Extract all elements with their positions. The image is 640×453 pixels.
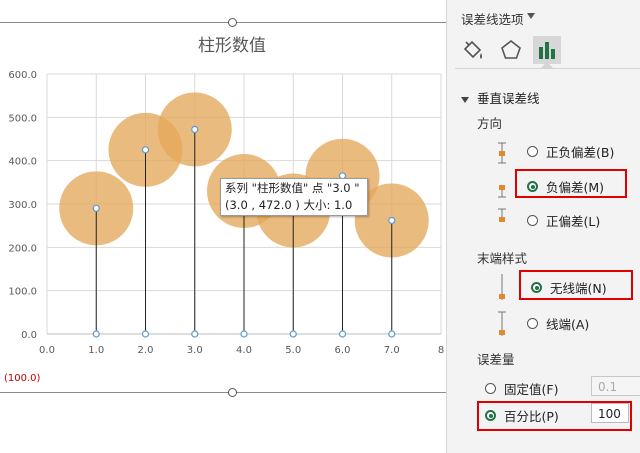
cap-icon	[498, 311, 506, 336]
selection-marker	[191, 125, 199, 134]
chart-title: 柱形数值	[198, 36, 266, 56]
fill-line-icon[interactable]	[459, 36, 487, 64]
no-cap-icon	[499, 274, 505, 300]
x-tick-label: 7.0	[384, 345, 400, 356]
fixed-value-input[interactable]: 0.1	[591, 376, 640, 396]
option-no-cap-label: 无线端(N)	[550, 281, 607, 296]
clipped-axis-label: (100.0)	[4, 373, 41, 384]
direction-label: 方向	[477, 116, 503, 131]
end-style-label: 末端样式	[477, 251, 528, 266]
option-cap[interactable]: 线端(A)	[527, 314, 589, 333]
minus-direction-icon	[498, 185, 506, 198]
amount-label: 误差量	[477, 352, 515, 367]
x-tick-label: 1.0	[88, 345, 104, 356]
bubble-chart-plot: 柱形数值 0.0 100.0 200.0 300.0 400.0 500.0 600.0 0.…	[4, 36, 444, 384]
option-fixed-value[interactable]: 固定值(F)	[485, 379, 558, 398]
x-tick-label: 2.0	[138, 345, 154, 356]
section-label: 垂直误差线	[477, 91, 540, 106]
error-bar-end-marker	[240, 330, 248, 338]
plus-direction-icon	[498, 208, 506, 222]
both-direction-icon	[498, 142, 506, 164]
x-tick-label: 6.0	[335, 345, 351, 356]
y-tick-label: 300.0	[8, 200, 37, 211]
option-no-cap[interactable]: 无线端(N)	[531, 278, 607, 297]
error-bar-end-marker	[388, 330, 396, 338]
pane-title-dropdown-icon[interactable]	[527, 13, 535, 19]
option-percentage[interactable]: 百分比(P)	[485, 406, 559, 425]
y-tick-label: 600.0	[8, 70, 37, 81]
format-error-bars-pane: 误差线选项 垂直误差线 方向 正负偏差(B) 负偏差(M) 正偏差(L) 末端样…	[446, 0, 640, 453]
radio-plus[interactable]	[527, 215, 538, 226]
x-tick-label: 3.0	[187, 345, 203, 356]
radio-percentage[interactable]	[485, 410, 496, 421]
error-bar-end-marker	[191, 330, 199, 338]
pane-title[interactable]: 误差线选项	[461, 9, 524, 28]
y-tick-label: 200.0	[8, 243, 37, 254]
section-vertical-error-bar[interactable]: 垂直误差线	[461, 88, 540, 107]
option-minus-label: 负偏差(M)	[546, 180, 605, 195]
error-bar-end-marker	[289, 330, 297, 338]
data-point-tooltip: 系列 "柱形数值" 点 "3.0 " (3.0 , 472.0 ) 大小: 1.…	[220, 178, 368, 216]
tooltip-series-line: 系列 "柱形数值" 点 "3.0 "	[225, 181, 360, 195]
selection-marker	[92, 204, 100, 212]
option-fixed-value-label: 固定值(F)	[504, 382, 559, 397]
radio-minus[interactable]	[527, 181, 538, 192]
option-both[interactable]: 正负偏差(B)	[527, 142, 614, 161]
option-minus[interactable]: 负偏差(M)	[527, 177, 604, 196]
x-tick-label: 4.0	[236, 345, 252, 356]
chart-area[interactable]: 柱形数值 0.0 100.0 200.0 300.0 400.0 500.0 600.0 0.…	[0, 0, 446, 453]
y-tick-label: 100.0	[8, 287, 37, 298]
error-bar-end-marker	[141, 330, 150, 338]
pane-separator	[455, 68, 640, 69]
x-tick-label: 8	[438, 345, 444, 356]
option-both-label: 正负偏差(B)	[546, 145, 615, 160]
radio-fixed-value[interactable]	[485, 383, 496, 394]
effects-pentagon-icon[interactable]	[497, 36, 525, 64]
tooltip-value-line: (3.0 , 472.0 ) 大小: 1.0	[225, 198, 353, 212]
y-tick-label: 400.0	[8, 157, 37, 168]
x-tick-label: 0.0	[39, 345, 55, 356]
selection-marker	[141, 146, 150, 154]
option-plus[interactable]: 正偏差(L)	[527, 211, 600, 230]
radio-cap[interactable]	[527, 318, 538, 329]
y-tick-label: 0.0	[21, 330, 37, 341]
y-tick-label: 500.0	[8, 113, 37, 124]
radio-both[interactable]	[527, 146, 538, 157]
bar-chart-icon[interactable]	[533, 36, 561, 64]
error-bar-end-marker	[92, 330, 100, 338]
option-cap-label: 线端(A)	[546, 317, 590, 332]
x-tick-label: 5.0	[285, 345, 301, 356]
error-bar-end-marker	[338, 330, 347, 338]
option-percentage-label: 百分比(P)	[504, 409, 559, 424]
collapse-icon	[461, 96, 469, 103]
selection-marker	[388, 216, 396, 225]
percentage-input[interactable]: 100	[591, 403, 629, 423]
radio-no-cap[interactable]	[531, 282, 542, 293]
option-plus-label: 正偏差(L)	[546, 214, 601, 229]
